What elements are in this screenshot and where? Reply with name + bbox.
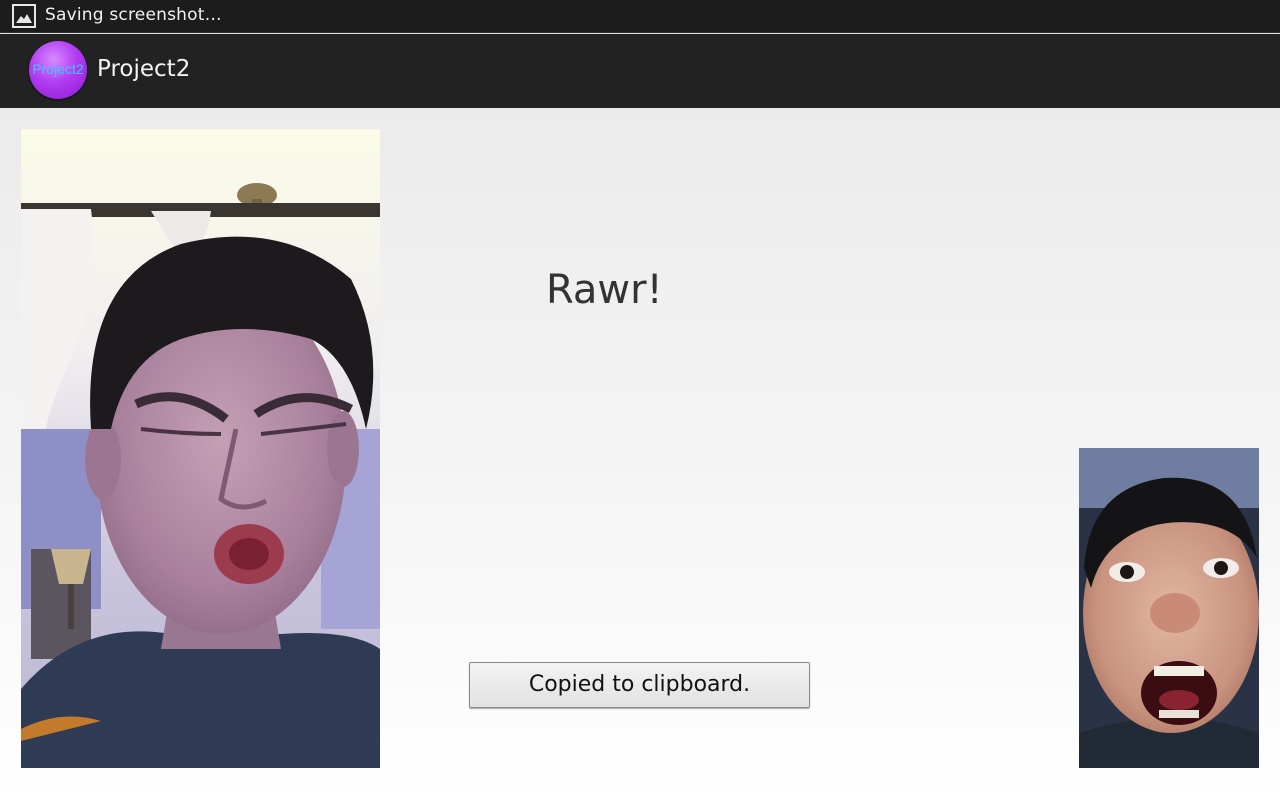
app-icon[interactable]: Project2	[29, 41, 87, 99]
status-notification-text: Saving screenshot…	[45, 5, 222, 25]
right-face-photo[interactable]	[1079, 448, 1259, 768]
rawr-message: Rawr!	[546, 267, 663, 313]
action-bar: Project2 Project2	[0, 34, 1280, 108]
status-bar: Saving screenshot…	[0, 0, 1280, 33]
app-icon-label: Project2	[32, 61, 84, 77]
main-content: Rawr! Copied to clipboard.	[0, 108, 1280, 800]
copied-to-clipboard-button[interactable]: Copied to clipboard.	[469, 662, 810, 708]
image-icon	[12, 4, 36, 28]
left-face-photo[interactable]	[21, 129, 380, 768]
app-title: Project2	[97, 56, 191, 82]
